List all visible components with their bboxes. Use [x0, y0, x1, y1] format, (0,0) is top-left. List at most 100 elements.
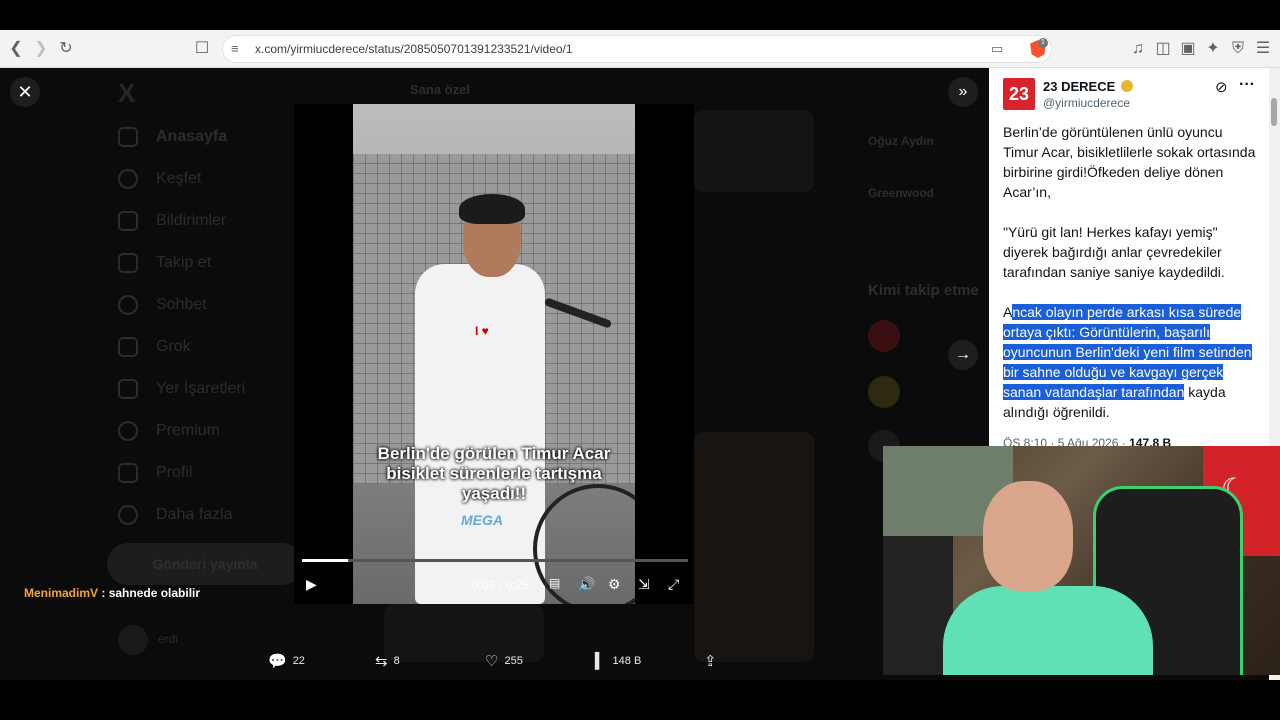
account-name: erdi [158, 632, 179, 647]
sidebar-item-chat[interactable]: Sohbet [118, 290, 207, 320]
scrollbar-thumb[interactable] [1271, 98, 1277, 126]
menu-icon[interactable]: ☰ [1253, 39, 1273, 59]
ai-sparkle-icon[interactable]: ✦ [1203, 39, 1223, 59]
fullscreen-icon[interactable]: ⤢ [668, 576, 679, 593]
author-name-text: 23 DERECE [1043, 79, 1116, 94]
profile-icon [118, 463, 138, 483]
reply-button[interactable]: 💬 22 [268, 652, 305, 670]
sidebar-item-premium[interactable]: Premium [118, 416, 220, 446]
right-name-2: Greenwood [868, 186, 935, 200]
video-time: 0:03 / 0:25 [472, 578, 529, 592]
collapse-panel-button[interactable]: » [948, 77, 978, 107]
repost-count: 8 [393, 655, 400, 667]
x-logo-icon[interactable]: X [118, 78, 135, 109]
reload-icon[interactable]: ↻ [56, 39, 76, 59]
window-top-bar [0, 0, 1280, 30]
more-icon [118, 505, 138, 525]
sidebar-item-home[interactable]: Anasayfa [118, 122, 227, 152]
sidebar-item-follow[interactable]: Takip et [118, 248, 211, 278]
cast-icon[interactable]: ▭ [991, 41, 1003, 57]
video-caption: Berlin'de görülen Timur Acar bisiklet sü… [353, 444, 635, 504]
more-options-icon[interactable]: ··· [1239, 76, 1255, 94]
grok-icon[interactable]: ⊘ [1215, 78, 1228, 96]
sidebar-item-explore[interactable]: Keşfet [118, 164, 201, 194]
chat-icon [118, 295, 138, 315]
background-card [694, 432, 814, 662]
settings-gear-icon[interactable]: ⚙ [608, 576, 621, 593]
caption-line: bisiklet sürenlerle tartışma [386, 464, 602, 483]
captions-icon[interactable]: ▤ [549, 576, 560, 590]
streamer-body [943, 586, 1153, 675]
video-frame-image[interactable]: I ♥ Berlin'de görülen Timur Acar bisikle… [353, 104, 635, 604]
wallet-icon[interactable]: ▣ [1178, 39, 1198, 59]
sidebar-item-label: Bildirimler [156, 212, 227, 229]
video-progress-bar[interactable] [302, 559, 688, 562]
back-icon[interactable]: ❮ [6, 39, 26, 59]
bookmark-icon [118, 379, 138, 399]
tshirt-heart-icon: I ♥ [475, 324, 489, 338]
video-progress-fill [302, 559, 349, 562]
bookmark-icon[interactable]: ☐ [192, 39, 212, 59]
person-hair [459, 194, 525, 224]
share-icon: ⇪ [704, 653, 717, 670]
volume-icon[interactable]: 🔊 [578, 576, 595, 593]
sidebar-item-label: Daha fazla [156, 506, 233, 523]
forward-icon[interactable]: ❯ [31, 39, 51, 59]
sidebar-item-label: Keşfet [156, 170, 202, 187]
picture-in-picture-icon[interactable]: ⇲ [638, 576, 650, 593]
chat-username: MenimadimV [24, 586, 99, 600]
close-button[interactable]: ✕ [10, 77, 40, 107]
address-bar[interactable]: ≡ x.com/yirmiucderece/status/20850507013… [222, 35, 1052, 63]
shield-icon[interactable]: ⛨ [1228, 39, 1248, 59]
sidebar-toggle-icon[interactable]: ◫ [1153, 39, 1173, 59]
right-name-1: Oğuz Aydın [868, 134, 934, 148]
play-icon[interactable]: ▶ [306, 576, 317, 593]
site-settings-icon[interactable]: ≡ [231, 41, 239, 56]
tweet-paragraph: Ancak olayın perde arkası kısa sürede or… [1003, 302, 1259, 422]
sidebar-item-label: Sohbet [156, 296, 207, 313]
sidebar-item-profile[interactable]: Profil [118, 458, 192, 488]
browser-toolbar: ❮ ❯ ↻ ☐ ≡ x.com/yirmiucderece/status/208… [0, 30, 1280, 68]
add-user-icon [118, 253, 138, 273]
like-button[interactable]: ♡ 255 [485, 652, 523, 670]
tab-for-you[interactable]: Sana özel [410, 82, 470, 97]
who-to-follow-heading: Kimi takip etme [868, 282, 979, 299]
sidebar-item-notifications[interactable]: Bildirimler [118, 206, 226, 236]
sidebar-item-label: Grok [156, 338, 191, 355]
author-handle[interactable]: @yirmiucderece [1043, 96, 1130, 110]
avatar [118, 625, 148, 655]
share-button[interactable]: ⇪ [704, 652, 717, 670]
sidebar-item-label: Yer İşaretleri [156, 380, 246, 397]
sidebar-item-grok[interactable]: Grok [118, 332, 191, 362]
next-media-button[interactable]: → [948, 340, 978, 370]
video-watermark: MEGA [461, 512, 503, 528]
bell-icon [118, 211, 138, 231]
tweet-panel: 23 23 DERECE @yirmiucderece ⊘ ··· Berlin… [989, 68, 1269, 450]
repost-icon: ⇆ [375, 653, 388, 670]
grok-icon [118, 337, 138, 357]
avatar[interactable]: 23 [1003, 78, 1035, 110]
sidebar-item-more[interactable]: Daha fazla [118, 500, 233, 530]
webcam-overlay: ☾ [883, 446, 1280, 675]
author-name[interactable]: 23 DERECE [1043, 79, 1133, 94]
avatar [868, 376, 900, 408]
music-icon[interactable]: ♫ [1128, 39, 1148, 59]
repost-button[interactable]: ⇆ 8 [375, 652, 400, 670]
brave-badge: 1 [1038, 38, 1048, 48]
tweet-text-fragment: A [1003, 304, 1013, 320]
post-button[interactable]: Gönderi yayınla [107, 543, 303, 585]
person-figure [415, 264, 545, 604]
sidebar-item-bookmarks[interactable]: Yer İşaretleri [118, 374, 245, 404]
verified-badge-icon [1120, 80, 1133, 92]
heart-icon: ♡ [485, 653, 499, 670]
bottom-bar [0, 680, 1280, 720]
account-switcher[interactable]: erdi [118, 625, 178, 655]
streamer-head [983, 481, 1073, 591]
like-count: 255 [504, 655, 523, 667]
views-button[interactable]: ▍ 148 B [595, 652, 641, 670]
tweet-text: Berlin’de görüntülenen ünlü oyuncu Timur… [1003, 122, 1259, 442]
sidebar-item-label: Profil [156, 464, 193, 481]
reply-icon: 💬 [268, 653, 287, 670]
stream-chat-message: MenimadimV : sahnede olabilir [24, 586, 200, 600]
chat-text: : sahnede olabilir [101, 586, 201, 600]
